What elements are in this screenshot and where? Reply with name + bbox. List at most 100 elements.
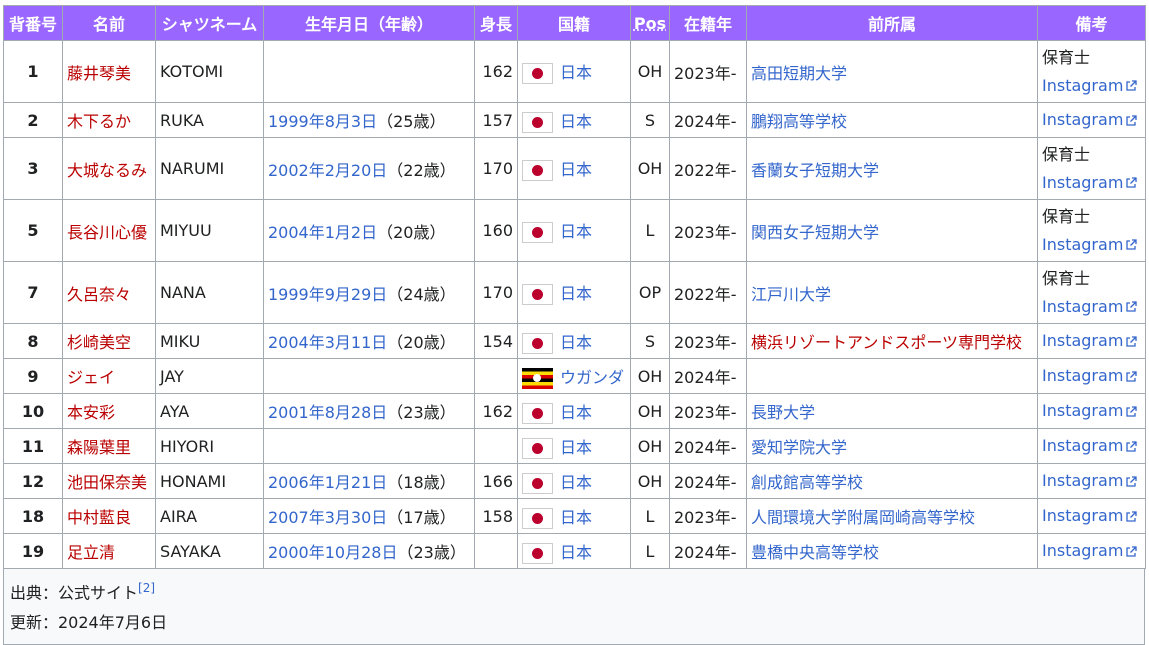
player-name-link[interactable]: 杉崎美空: [67, 333, 131, 352]
player-name-link[interactable]: 池田保奈美: [67, 473, 147, 492]
cell-name: ジェイ: [62, 358, 156, 394]
player-name-link[interactable]: 森陽葉里: [67, 438, 131, 457]
country-link[interactable]: ウガンダ: [560, 368, 624, 387]
note-text: 保育士: [1042, 268, 1091, 288]
cell-since: 2024年-: [669, 533, 747, 569]
age-text: （18歳）: [387, 473, 456, 492]
prev-team-link[interactable]: 香蘭女子短期大学: [751, 161, 879, 180]
external-link-icon: [1126, 545, 1138, 557]
source-ref-link[interactable]: [2]: [138, 581, 155, 595]
japan-flag-icon: [522, 111, 553, 133]
country-link[interactable]: 日本: [560, 473, 592, 492]
cell-name: 久呂奈々: [62, 261, 156, 324]
birth-date-link[interactable]: 2004年3月11日: [268, 333, 387, 352]
instagram-link[interactable]: Instagram: [1042, 541, 1123, 560]
cell-name: 足立清: [62, 533, 156, 569]
player-name-link[interactable]: 本安彩: [67, 403, 115, 422]
cell-name: 池田保奈美: [62, 463, 156, 499]
instagram-link[interactable]: Instagram: [1042, 76, 1123, 95]
prev-team-link[interactable]: 創成館高等学校: [751, 473, 863, 492]
cell-shirt: MIKU: [155, 323, 264, 359]
cell-prev: 鵬翔高等学校: [746, 102, 1038, 138]
roster-wrapper: 背番号 名前 シャツネーム 生年月日（年齢） 身長 国籍 Pos 在籍年 前所属…: [3, 5, 1146, 645]
instagram-link[interactable]: Instagram: [1042, 331, 1123, 350]
table-row: 5 長谷川心優 MIYUU 2004年1月2日（20歳） 160 日本 L 2023年- 関西女…: [3, 199, 1146, 262]
cell-height: 170: [474, 137, 518, 200]
cell-nationality: 日本: [517, 199, 631, 262]
country-link[interactable]: 日本: [560, 63, 592, 82]
prev-team-link[interactable]: 横浜リゾートアンドスポーツ専門学校: [751, 333, 1022, 352]
country-link[interactable]: 日本: [560, 403, 592, 422]
cell-prev: 創成館高等学校: [746, 463, 1038, 499]
player-name-link[interactable]: ジェイ: [67, 368, 115, 387]
prev-team-link[interactable]: 人間環境大学附属岡崎高等学校: [751, 508, 975, 527]
cell-height: 154: [474, 323, 518, 359]
player-name-link[interactable]: 久呂奈々: [67, 285, 131, 304]
header-pos[interactable]: Pos: [630, 5, 670, 41]
header-height[interactable]: 身長: [474, 5, 518, 41]
cell-since: 2022年-: [669, 137, 747, 200]
country-link[interactable]: 日本: [560, 112, 592, 131]
cell-note: 保育士 Instagram: [1037, 261, 1146, 324]
header-birth[interactable]: 生年月日（年齢）: [263, 5, 475, 41]
birth-date-link[interactable]: 2006年1月21日: [268, 473, 387, 492]
player-name-link[interactable]: 藤井琴美: [67, 64, 131, 83]
header-pos-abbr[interactable]: Pos: [634, 14, 666, 33]
header-name[interactable]: 名前: [62, 5, 156, 41]
birth-date-link[interactable]: 2000年10月28日: [268, 543, 397, 562]
instagram-link[interactable]: Instagram: [1042, 297, 1123, 316]
instagram-link[interactable]: Instagram: [1042, 471, 1123, 490]
cell-birth: 2006年1月21日（18歳）: [263, 463, 475, 499]
birth-date-link[interactable]: 1999年8月3日: [268, 112, 377, 131]
cell-pos: OH: [630, 137, 670, 200]
instagram-link[interactable]: Instagram: [1042, 173, 1123, 192]
country-link[interactable]: 日本: [560, 284, 592, 303]
header-nationality[interactable]: 国籍: [517, 5, 631, 41]
prev-team-link[interactable]: 関西女子短期大学: [751, 223, 879, 242]
header-note[interactable]: 備考: [1037, 5, 1146, 41]
player-name-link[interactable]: 長谷川心優: [67, 223, 147, 242]
country-link[interactable]: 日本: [560, 160, 592, 179]
table-row: 12 池田保奈美 HONAMI 2006年1月21日（18歳） 166 日本 OH 2024年…: [3, 463, 1146, 499]
player-name-link[interactable]: 大城なるみ: [67, 161, 147, 180]
instagram-link[interactable]: Instagram: [1042, 401, 1123, 420]
cell-height: 162: [474, 393, 518, 429]
player-name-link[interactable]: 足立清: [67, 543, 115, 562]
prev-team-link[interactable]: 高田短期大学: [751, 64, 847, 83]
player-name-link[interactable]: 中村藍良: [67, 508, 131, 527]
birth-date-link[interactable]: 2001年8月28日: [268, 403, 387, 422]
country-link[interactable]: 日本: [560, 543, 592, 562]
cell-number: 12: [3, 463, 63, 499]
cell-number: 2: [3, 102, 63, 138]
cell-pos: L: [630, 533, 670, 569]
cell-birth: 2004年3月11日（20歳）: [263, 323, 475, 359]
header-prev[interactable]: 前所属: [746, 5, 1038, 41]
uganda-flag-icon: [522, 367, 553, 389]
country-link[interactable]: 日本: [560, 438, 592, 457]
prev-team-link[interactable]: 鵬翔高等学校: [751, 112, 847, 131]
cell-nationality: ウガンダ: [517, 358, 631, 394]
header-number[interactable]: 背番号: [3, 5, 63, 41]
country-link[interactable]: 日本: [560, 222, 592, 241]
birth-date-link[interactable]: 2002年2月20日: [268, 161, 387, 180]
country-link[interactable]: 日本: [560, 508, 592, 527]
instagram-link[interactable]: Instagram: [1042, 436, 1123, 455]
header-since[interactable]: 在籍年: [669, 5, 747, 41]
age-text: （23歳）: [387, 403, 456, 422]
prev-team-link[interactable]: 江戸川大学: [751, 285, 831, 304]
instagram-link[interactable]: Instagram: [1042, 366, 1123, 385]
prev-team-link[interactable]: 愛知学院大学: [751, 438, 847, 457]
table-row: 7 久呂奈々 NANA 1999年9月29日（24歳） 170 日本 OP 2022年- 江戸川…: [3, 261, 1146, 324]
prev-team-link[interactable]: 豊橋中央高等学校: [751, 543, 879, 562]
instagram-link[interactable]: Instagram: [1042, 235, 1123, 254]
prev-team-link[interactable]: 長野大学: [751, 403, 815, 422]
cell-note: Instagram: [1037, 498, 1146, 534]
birth-date-link[interactable]: 2007年3月30日: [268, 508, 387, 527]
birth-date-link[interactable]: 2004年1月2日: [268, 223, 377, 242]
birth-date-link[interactable]: 1999年9月29日: [268, 285, 387, 304]
instagram-link[interactable]: Instagram: [1042, 110, 1123, 129]
instagram-link[interactable]: Instagram: [1042, 506, 1123, 525]
country-link[interactable]: 日本: [560, 333, 592, 352]
player-name-link[interactable]: 木下るか: [67, 112, 131, 131]
header-shirt[interactable]: シャツネーム: [155, 5, 264, 41]
